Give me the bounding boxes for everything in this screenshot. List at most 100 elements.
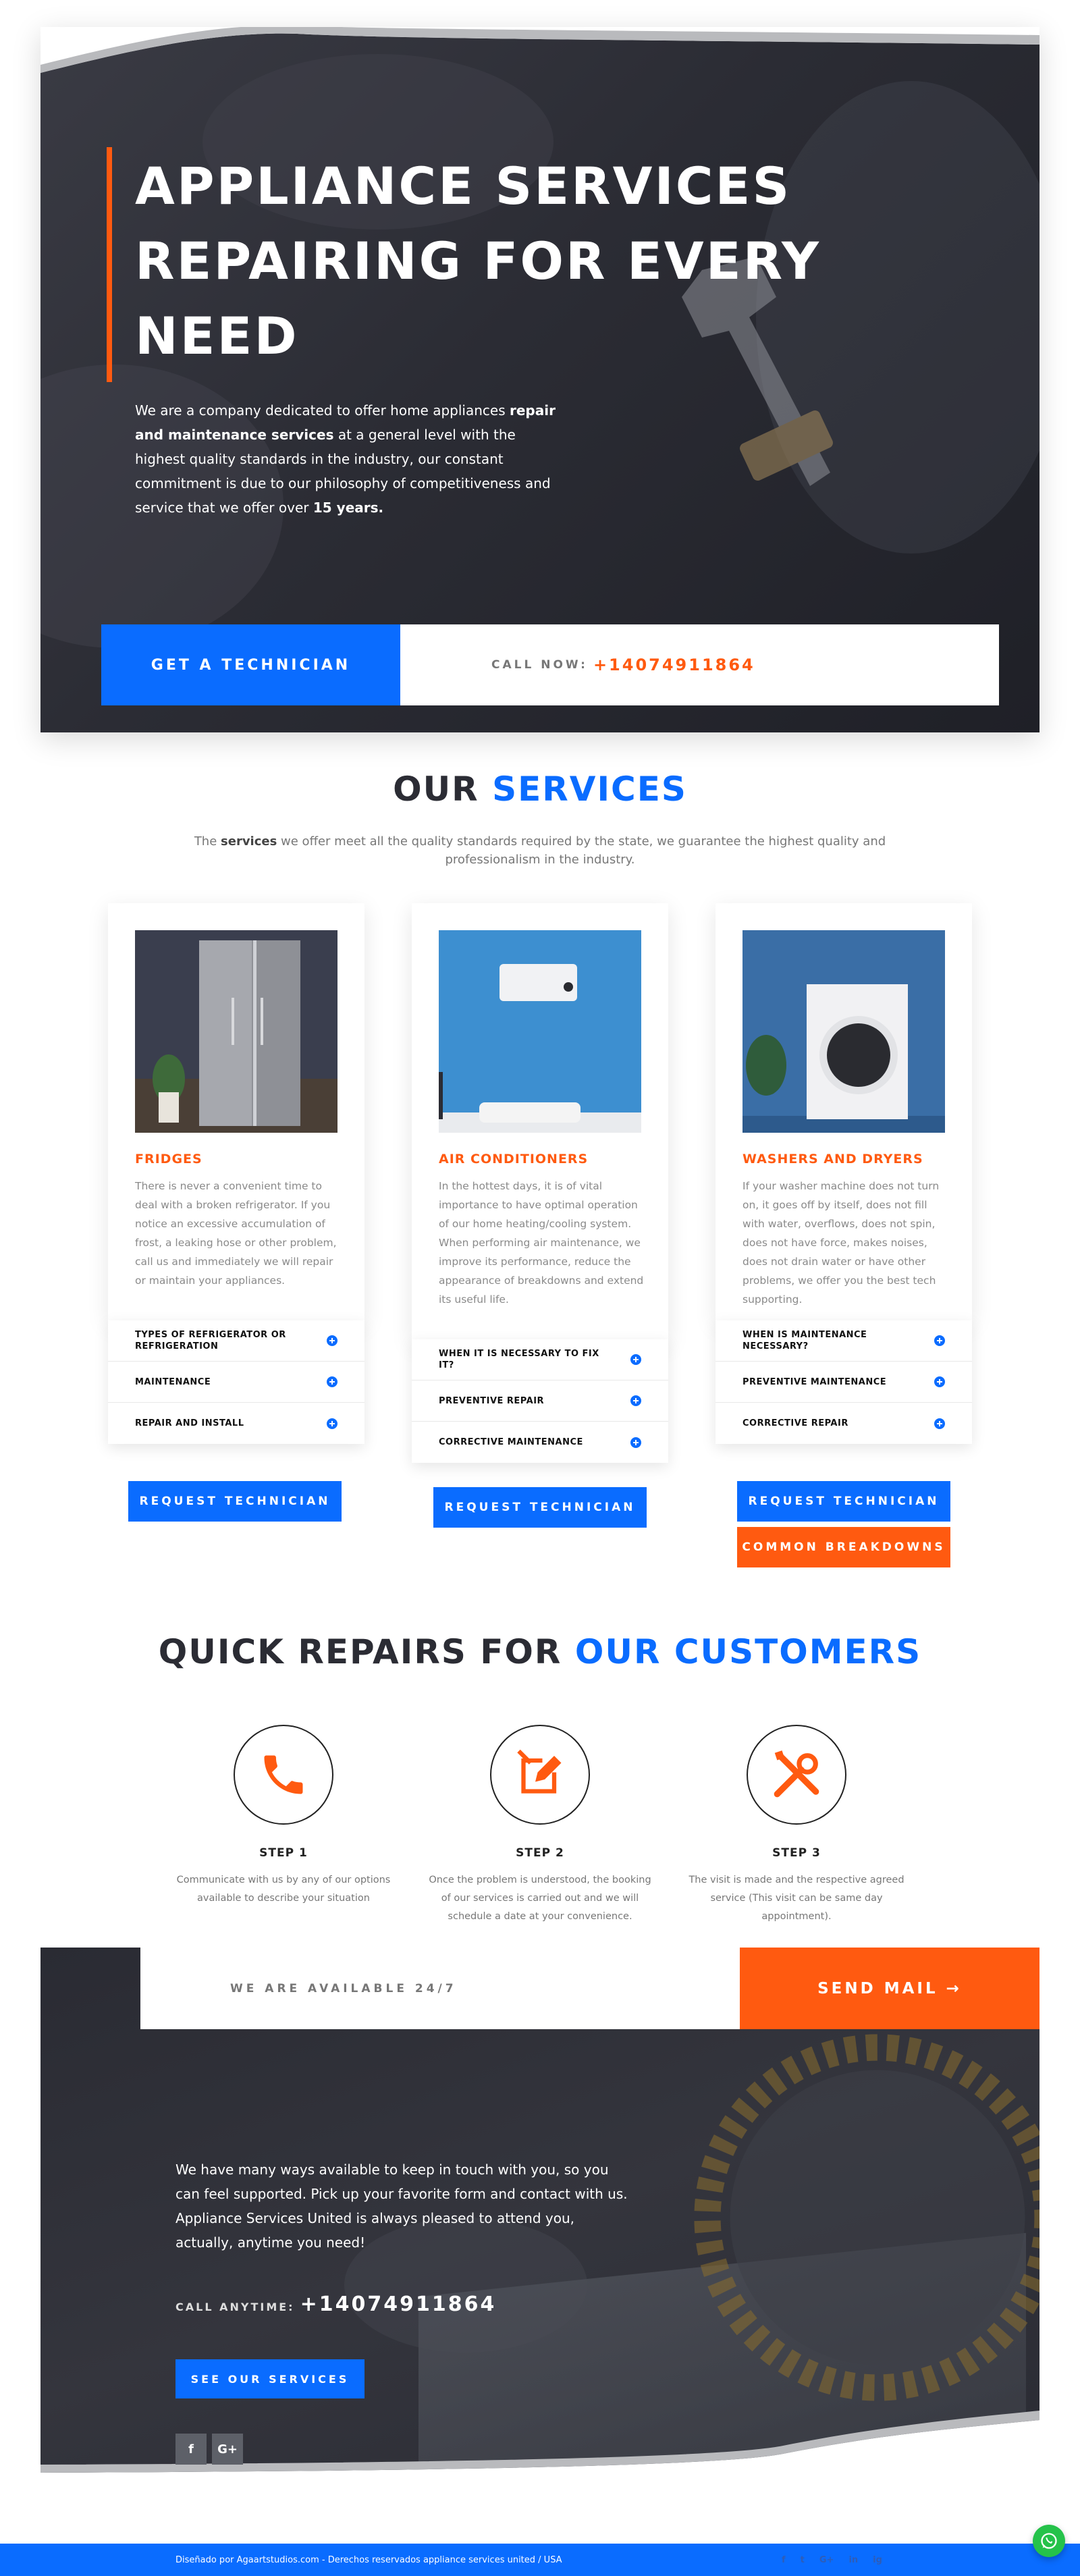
card-description: If your washer machine does not turn on,… bbox=[742, 1180, 940, 1306]
accordion-item[interactable]: TYPES OF REFRIGERATOR OR REFRIGERATION bbox=[108, 1320, 364, 1362]
accordion-label: WHEN IT IS NECESSARY TO FIX IT? bbox=[439, 1349, 599, 1370]
hero-description: We are a company dedicated to offer home… bbox=[135, 398, 567, 520]
get-technician-button[interactable]: GET A TECHNICIAN bbox=[101, 624, 400, 705]
common-breakdowns-button[interactable]: COMMON BREAKDOWNS bbox=[737, 1527, 950, 1567]
google-plus-icon[interactable]: G+ bbox=[212, 2434, 243, 2465]
call-now-label: CALL NOW: bbox=[491, 658, 588, 672]
hero-text-part: We are a company dedicated to offer home… bbox=[135, 402, 510, 419]
service-card-fridges: FRIDGES There is never a convenient time… bbox=[108, 903, 364, 1322]
plus-icon bbox=[630, 1354, 641, 1365]
whatsapp-icon bbox=[1041, 2533, 1057, 2549]
send-mail-button[interactable]: SEND MAIL → bbox=[740, 1948, 1040, 2029]
availability-bar: WE ARE AVAILABLE 24/7 bbox=[140, 1948, 740, 2029]
accordion-item[interactable]: WHEN IS MAINTENANCE NECESSARY? bbox=[716, 1320, 972, 1362]
services-subtitle: The services we offer meet all the quali… bbox=[176, 832, 905, 869]
plus-icon bbox=[327, 1418, 338, 1429]
accordion-item[interactable]: CORRECTIVE REPAIR bbox=[716, 1403, 972, 1444]
call-anytime-label: CALL ANYTIME: bbox=[176, 2301, 295, 2313]
contact-description: We have many ways available to keep in t… bbox=[176, 2162, 628, 2251]
accordion-label: MAINTENANCE bbox=[135, 1376, 211, 1387]
accordion-label: TYPES OF REFRIGERATOR OR REFRIGERATION bbox=[135, 1330, 286, 1351]
facebook-icon[interactable]: f bbox=[176, 2434, 207, 2465]
washer-image bbox=[742, 930, 945, 1133]
plus-icon bbox=[934, 1418, 945, 1429]
fridge-image bbox=[135, 930, 338, 1133]
quick-repairs-title: QUICK REPAIRS FOR OUR CUSTOMERS bbox=[0, 1632, 1080, 1671]
accordion-item[interactable]: REPAIR AND INSTALL bbox=[108, 1403, 364, 1444]
service-card-air-conditioners: AIR CONDITIONERS In the hottest days, it… bbox=[412, 903, 668, 1342]
service-card-washers-dryers: WASHERS AND DRYERS If your washer machin… bbox=[716, 903, 972, 1322]
hero-title-line: APPLIANCE SERVICES bbox=[135, 156, 792, 216]
step-2-circle bbox=[490, 1725, 590, 1825]
sub-bold: services bbox=[221, 834, 277, 849]
air-conditioner-image bbox=[439, 930, 641, 1133]
title-highlight: OUR CUSTOMERS bbox=[574, 1632, 922, 1671]
accordion-item[interactable]: PREVENTIVE MAINTENANCE bbox=[716, 1362, 972, 1403]
accordion-fridges: TYPES OF REFRIGERATOR OR REFRIGERATION M… bbox=[108, 1320, 364, 1444]
google-plus-icon[interactable]: G+ bbox=[819, 2555, 834, 2565]
accordion-item[interactable]: CORRECTIVE MAINTENANCE bbox=[412, 1422, 668, 1463]
call-anytime: CALL ANYTIME: +14074911864 bbox=[176, 2292, 496, 2316]
hero-text-bold: 15 years. bbox=[313, 500, 384, 516]
accordion-label: CORRECTIVE MAINTENANCE bbox=[439, 1437, 583, 1447]
request-technician-button[interactable]: REQUEST TECHNICIAN bbox=[433, 1487, 647, 1528]
saw-blade-image bbox=[694, 2034, 1040, 2401]
twitter-icon[interactable]: t bbox=[801, 2555, 805, 2565]
call-anytime-phone-link[interactable]: +14074911864 bbox=[300, 2292, 497, 2316]
step-text: Once the problem is understood, the book… bbox=[429, 1875, 651, 1922]
accordion-air-conditioners: WHEN IT IS NECESSARY TO FIX IT? PREVENTI… bbox=[412, 1339, 668, 1463]
request-technician-button[interactable]: REQUEST TECHNICIAN bbox=[737, 1481, 950, 1522]
linkedin-icon[interactable]: in bbox=[848, 2555, 858, 2565]
accordion-item[interactable]: PREVENTIVE REPAIR bbox=[412, 1380, 668, 1422]
step-title: STEP 1 bbox=[259, 1846, 308, 1860]
edit-icon bbox=[517, 1749, 562, 1794]
accordion-label: PREVENTIVE REPAIR bbox=[439, 1395, 545, 1406]
plus-icon bbox=[630, 1395, 641, 1406]
tools-icon bbox=[774, 1750, 819, 1798]
facebook-icon[interactable]: f bbox=[782, 2555, 786, 2565]
accordion-washers-dryers: WHEN IS MAINTENANCE NECESSARY? PREVENTIV… bbox=[716, 1320, 972, 1444]
step-text: Communicate with us by any of our option… bbox=[176, 1875, 391, 1904]
call-now-phone-link[interactable]: +14074911864 bbox=[593, 655, 755, 674]
availability-label: WE ARE AVAILABLE 24/7 bbox=[230, 1981, 457, 1995]
sub-part: we offer meet all the quality standards … bbox=[277, 834, 886, 867]
accordion-label: PREVENTIVE MAINTENANCE bbox=[742, 1376, 887, 1387]
accordion-item[interactable]: MAINTENANCE bbox=[108, 1362, 364, 1403]
plus-icon bbox=[934, 1376, 945, 1387]
card-title: AIR CONDITIONERS bbox=[439, 1152, 589, 1166]
plus-icon bbox=[630, 1437, 641, 1448]
hero-title-line: NEED bbox=[135, 306, 299, 366]
accordion-label: CORRECTIVE REPAIR bbox=[742, 1418, 848, 1428]
phone-icon bbox=[264, 1755, 303, 1794]
services-title-highlight: SERVICES bbox=[492, 770, 687, 809]
title-part: QUICK REPAIRS FOR bbox=[158, 1632, 575, 1671]
card-description: In the hottest days, it is of vital impo… bbox=[439, 1180, 644, 1306]
step-title: STEP 3 bbox=[772, 1846, 821, 1860]
plus-icon bbox=[934, 1335, 945, 1346]
hero-title-line: REPAIRING FOR EVERY bbox=[135, 231, 821, 291]
footer: Diseñado por Agaartstudios.com - Derecho… bbox=[0, 2544, 1080, 2576]
whatsapp-button[interactable] bbox=[1033, 2525, 1065, 2557]
accordion-label: REPAIR AND INSTALL bbox=[135, 1418, 244, 1428]
plus-icon bbox=[327, 1335, 338, 1346]
card-description: There is never a convenient time to deal… bbox=[135, 1180, 337, 1287]
call-now-bar: CALL NOW: +14074911864 bbox=[400, 624, 999, 705]
accordion-item[interactable]: WHEN IT IS NECESSARY TO FIX IT? bbox=[412, 1339, 668, 1380]
hero-title: APPLIANCE SERVICES REPAIRING FOR EVERY N… bbox=[135, 149, 850, 373]
services-title-part: OUR bbox=[393, 770, 493, 809]
plus-icon bbox=[327, 1376, 338, 1387]
hero-accent-bar bbox=[107, 147, 112, 382]
instagram-icon[interactable]: ig bbox=[873, 2555, 882, 2565]
step-3-circle bbox=[747, 1725, 846, 1825]
step-1-circle bbox=[234, 1725, 333, 1825]
step-text: The visit is made and the respective agr… bbox=[688, 1875, 905, 1922]
card-title: WASHERS AND DRYERS bbox=[742, 1152, 923, 1166]
sub-part: The bbox=[194, 834, 221, 849]
services-title: OUR SERVICES bbox=[0, 770, 1080, 809]
step-title: STEP 2 bbox=[516, 1846, 564, 1860]
request-technician-button[interactable]: REQUEST TECHNICIAN bbox=[128, 1481, 342, 1522]
see-our-services-button[interactable]: SEE OUR SERVICES bbox=[176, 2359, 364, 2398]
footer-social-icons: f t G+ in ig bbox=[782, 2555, 882, 2565]
footer-copyright: Diseñado por Agaartstudios.com - Derecho… bbox=[176, 2554, 562, 2565]
accordion-label: WHEN IS MAINTENANCE NECESSARY? bbox=[742, 1330, 867, 1351]
